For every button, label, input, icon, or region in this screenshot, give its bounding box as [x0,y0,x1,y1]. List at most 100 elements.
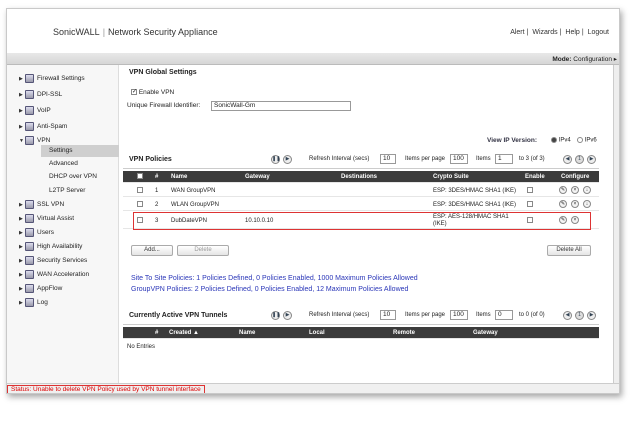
enable-checkbox[interactable] [527,201,533,208]
first-page-button[interactable]: 1 [575,311,584,320]
sidebar-item-virtual-assist[interactable]: ▶ Virtual Assist [19,213,74,225]
dpi-ssl-icon [25,89,34,99]
enable-checkbox[interactable] [527,187,533,194]
add-button[interactable]: Add... [131,245,173,256]
edit-icon[interactable]: ✎ [559,200,567,208]
shield-icon [25,255,34,265]
main-scrollbar[interactable] [613,65,619,383]
top-links: Alert | Wizards | Help | Logout [510,29,609,36]
uid-input[interactable]: SonicWall-Gm [211,101,351,111]
items-label: Items [476,156,491,162]
items-label: Items [476,312,491,318]
refresh-input[interactable]: 10 [380,310,396,320]
uid-label: Unique Firewall Identifier: [127,102,201,109]
ssl-vpn-icon [25,199,34,209]
edit-icon[interactable]: ✎ [559,186,567,194]
mode-bar: Mode: Configuration ▸ [7,53,619,65]
sidebar-item-security-services[interactable]: ▶ Security Services [19,255,87,267]
download-icon[interactable]: ↓ [583,186,591,194]
log-icon [25,297,34,307]
sidebar-item-voip[interactable]: ▶ VoIP [19,105,51,117]
ip-version-label: View IP Version: [487,137,537,144]
perpage-input[interactable]: 100 [450,154,468,164]
global-settings-title: VPN Global Settings [129,69,197,76]
next-page-button[interactable]: ▶ [587,155,596,164]
refresh-label: Refresh Interval (secs) [309,156,370,162]
top-header: SonicWALL | Network Security Appliance Ale… [7,9,619,53]
sidebar-item-dpi-ssl[interactable]: ▶ DPI-SSL [19,89,62,101]
first-page-button[interactable]: 1 [575,155,584,164]
help-link[interactable]: Help [565,29,579,36]
mode-label: Mode: [552,56,572,63]
sidebar-sub-l2tp-server[interactable]: L2TP Server [41,185,119,197]
items-input[interactable]: 1 [495,154,513,164]
policies-toolbar: VPN Policies ❚❚ ▶ Refresh Interval (secs… [123,151,599,169]
perpage-input[interactable]: 100 [450,310,468,320]
enable-vpn-label: Enable VPN [138,89,175,96]
logout-link[interactable]: Logout [588,29,609,36]
play-button[interactable]: ▶ [283,155,292,164]
app-window: SonicWALL | Network Security Appliance Ale… [6,8,620,394]
refresh-input[interactable]: 10 [380,154,396,164]
sidebar: ▶ Firewall Settings ▶ DPI-SSL ▶ VoIP ▶ Anti-… [7,65,119,383]
wizards-link[interactable]: Wizards [532,29,557,36]
table-row[interactable]: 2 WLAN GroupVPN ESP: 3DES/HMAC SHA1 (IKE… [123,199,599,211]
perpage-label: Items per page [405,156,446,162]
sidebar-item-high-availability[interactable]: ▶ High Availability [19,241,82,253]
tunnels-toolbar: Currently Active VPN Tunnels ❚❚ ▶ Refres… [123,307,599,325]
virtual-assist-icon [25,213,34,223]
appflow-icon [25,283,34,293]
ipv4-label: IPv4 [558,137,571,144]
mode-value[interactable]: Configuration ▸ [573,56,617,63]
prev-page-button[interactable]: ◀ [563,155,572,164]
refresh-label: Refresh Interval (secs) [309,312,370,318]
sidebar-item-anti-spam[interactable]: ▶ Anti-Spam [19,121,67,133]
delete-icon[interactable]: × [571,200,579,208]
items-range: to 3 (of 3) [519,156,545,162]
sidebar-item-log[interactable]: ▶ Log [19,297,48,309]
sidebar-item-wan-acceleration[interactable]: ▶ WAN Acceleration [19,269,89,281]
main-content: VPN Global Settings ✓ Enable VPN Unique … [123,65,619,383]
delete-all-button[interactable]: Delete All [547,245,591,256]
enable-vpn-checkbox[interactable]: ✓ [131,89,137,96]
pause-button[interactable]: ❚❚ [271,155,280,164]
sidebar-item-ssl-vpn[interactable]: ▶ SSL VPN [19,199,64,211]
brand-name: SonicWALL [53,27,100,37]
sidebar-item-firewall-settings[interactable]: ▶ Firewall Settings [19,73,85,85]
next-page-button[interactable]: ▶ [587,311,596,320]
users-icon [25,227,34,237]
product-name: Network Security Appliance [108,27,218,37]
wan-acceleration-icon [25,269,34,279]
table-row[interactable]: 1 WAN GroupVPN ESP: 3DES/HMAC SHA1 (IKE)… [123,185,599,197]
ipv6-radio[interactable] [577,137,583,143]
brand: SonicWALL | Network Security Appliance [53,27,218,37]
sidebar-item-appflow[interactable]: ▶ AppFlow [19,283,62,295]
row-checkbox[interactable] [137,201,143,208]
policies-header-row: # Name Gateway Destinations Crypto Suite… [123,171,599,183]
select-all-checkbox[interactable] [137,173,143,180]
high-availability-icon [25,241,34,251]
policies-title: VPN Policies [129,156,172,163]
enable-vpn-row: ✓ Enable VPN [131,89,174,96]
row-checkbox[interactable] [137,187,143,194]
ipv6-label: IPv6 [584,137,597,144]
sidebar-sub-settings[interactable]: Settings [41,145,119,157]
delete-icon[interactable]: × [571,186,579,194]
sidebar-sub-advanced[interactable]: Advanced [41,158,119,170]
delete-button[interactable]: Delete [177,245,229,256]
ipv4-radio[interactable] [551,137,557,143]
voip-icon [25,105,34,115]
status-message: Status: Unable to delete VPN Policy used… [7,385,205,393]
sidebar-item-users[interactable]: ▶ Users [19,227,54,239]
alert-link[interactable]: Alert [510,29,524,36]
perpage-label: Items per page [405,312,446,318]
anti-spam-icon [25,121,34,131]
download-icon[interactable]: ↓ [583,200,591,208]
items-input[interactable]: 0 [495,310,513,320]
sidebar-sub-dhcp-over-vpn[interactable]: DHCP over VPN [41,171,119,183]
play-button[interactable]: ▶ [283,311,292,320]
items-range: to 0 (of 0) [519,312,545,318]
site-to-site-summary: Site To Site Policies: 1 Policies Define… [131,275,418,282]
pause-button[interactable]: ❚❚ [271,311,280,320]
prev-page-button[interactable]: ◀ [563,311,572,320]
